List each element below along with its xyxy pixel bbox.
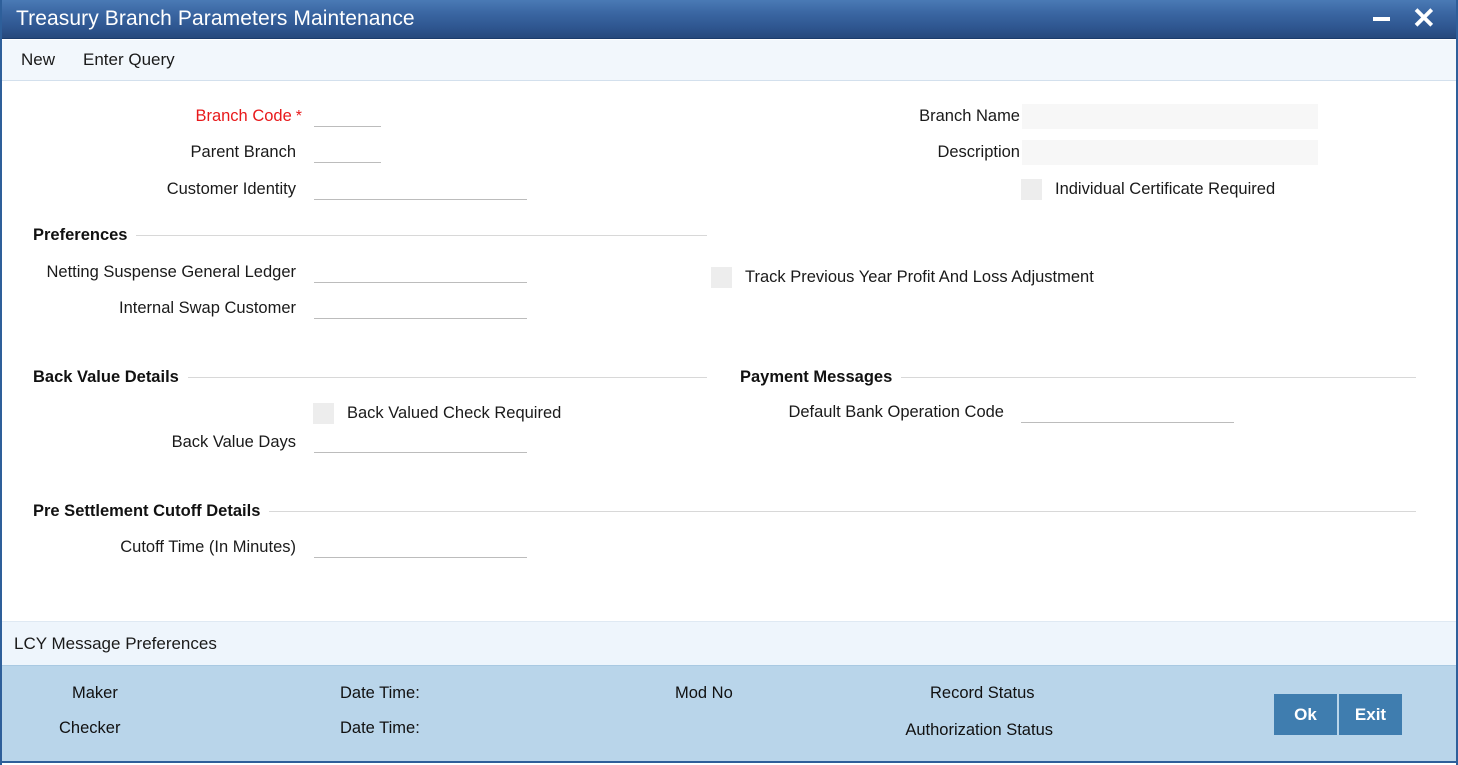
back-valued-check-required-row[interactable]: Back Valued Check Required [313,403,561,424]
back-value-details-section-header: Back Value Details [33,368,707,387]
footer: Maker Checker Date Time: Date Time: Mod … [2,665,1456,763]
payment-messages-section-title: Payment Messages [740,368,893,386]
mod-no-label: Mod No [675,684,733,702]
maker-label: Maker [72,684,118,702]
authorization-status-label: Authorization Status [905,721,1053,739]
checker-label: Checker [59,719,121,737]
netting-suspense-general-ledger-row: Netting Suspense General Ledger [2,263,297,282]
back-value-days-label: Back Value Days [171,433,296,451]
individual-certificate-required-row[interactable]: Individual Certificate Required [1021,179,1275,200]
close-icon[interactable]: ✕ [1412,5,1436,34]
customer-identity-input[interactable] [314,178,527,200]
track-previous-year-profit-and-loss-adjustment-label: Track Previous Year Profit And Loss Adju… [745,268,1094,286]
exit-button[interactable]: Exit [1339,694,1402,735]
parent-branch-input[interactable] [314,141,381,163]
customer-identity-row: Customer Identity [2,180,296,199]
lcy-message-preferences-bar[interactable]: LCY Message Preferences [2,621,1456,665]
branch-name-input[interactable] [1022,104,1318,129]
parent-branch-label: Parent Branch [190,143,296,161]
application-window: Treasury Branch Parameters Maintenance ✕… [0,0,1458,765]
cutoff-time-input[interactable] [314,536,527,558]
default-bank-operation-code-input[interactable] [1021,401,1234,423]
netting-suspense-general-ledger-label: Netting Suspense General Ledger [46,263,297,281]
default-bank-operation-code-row: Default Bank Operation Code [702,403,1004,422]
payment-messages-section-divider [901,377,1416,378]
back-valued-check-required-checkbox[interactable] [313,403,334,424]
pre-settlement-cutoff-details-section-header: Pre Settlement Cutoff Details [33,502,1416,521]
internal-swap-customer-label: Internal Swap Customer [119,299,296,317]
description-label: Description [937,143,1020,161]
cutoff-time-row: Cutoff Time (In Minutes) [2,538,296,557]
preferences-section-header: Preferences [33,226,707,245]
track-previous-year-profit-and-loss-adjustment-checkbox[interactable] [711,267,732,288]
branch-code-label: Branch Code [195,107,292,125]
branch-code-required-marker: * [295,107,302,125]
ok-button[interactable]: Ok [1274,694,1337,735]
title-bar: Treasury Branch Parameters Maintenance ✕ [2,0,1456,39]
back-valued-check-required-label: Back Valued Check Required [347,404,562,422]
default-bank-operation-code-label: Default Bank Operation Code [788,403,1004,421]
footer-bottom-border [2,761,1456,763]
back-value-days-input[interactable] [314,431,527,453]
description-input[interactable] [1022,140,1318,165]
window-controls: ✕ [1372,5,1456,34]
branch-code-row: Branch Code * [2,107,302,126]
preferences-section-divider [136,235,707,236]
individual-certificate-required-label: Individual Certificate Required [1055,180,1276,198]
parent-branch-row: Parent Branch [2,143,296,162]
back-value-details-section-divider [187,377,707,378]
payment-messages-section-header: Payment Messages [740,368,1416,387]
branch-name-label: Branch Name [919,107,1020,125]
minimize-icon[interactable] [1372,17,1390,21]
internal-swap-customer-row: Internal Swap Customer [2,299,296,318]
track-previous-year-profit-and-loss-adjustment-row[interactable]: Track Previous Year Profit And Loss Adju… [711,267,1094,288]
enter-query-button[interactable]: Enter Query [69,50,189,70]
lcy-message-preferences-label: LCY Message Preferences [14,633,217,653]
record-status-label: Record Status [930,684,1035,702]
branch-code-input[interactable] [314,105,381,127]
form-body: Branch Code * Parent Branch Customer Ide… [2,81,1456,621]
description-row: Description [762,143,1020,162]
back-value-days-row: Back Value Days [2,433,296,452]
maker-date-time-label: Date Time: [340,684,420,702]
pre-settlement-cutoff-details-section-divider [269,511,1416,512]
checker-date-time-label: Date Time: [340,719,420,737]
toolbar: New Enter Query [2,40,1456,81]
footer-buttons: Ok Exit [1274,694,1402,735]
individual-certificate-required-checkbox[interactable] [1021,179,1042,200]
netting-suspense-general-ledger-input[interactable] [314,261,527,283]
branch-name-row: Branch Name [762,107,1020,126]
customer-identity-label: Customer Identity [166,180,296,198]
internal-swap-customer-input[interactable] [314,297,527,319]
window-title: Treasury Branch Parameters Maintenance [16,7,415,30]
preferences-section-title: Preferences [33,226,128,244]
back-value-details-section-title: Back Value Details [33,368,179,386]
new-button[interactable]: New [2,50,69,70]
cutoff-time-label: Cutoff Time (In Minutes) [120,538,296,556]
pre-settlement-cutoff-details-section-title: Pre Settlement Cutoff Details [33,502,261,520]
